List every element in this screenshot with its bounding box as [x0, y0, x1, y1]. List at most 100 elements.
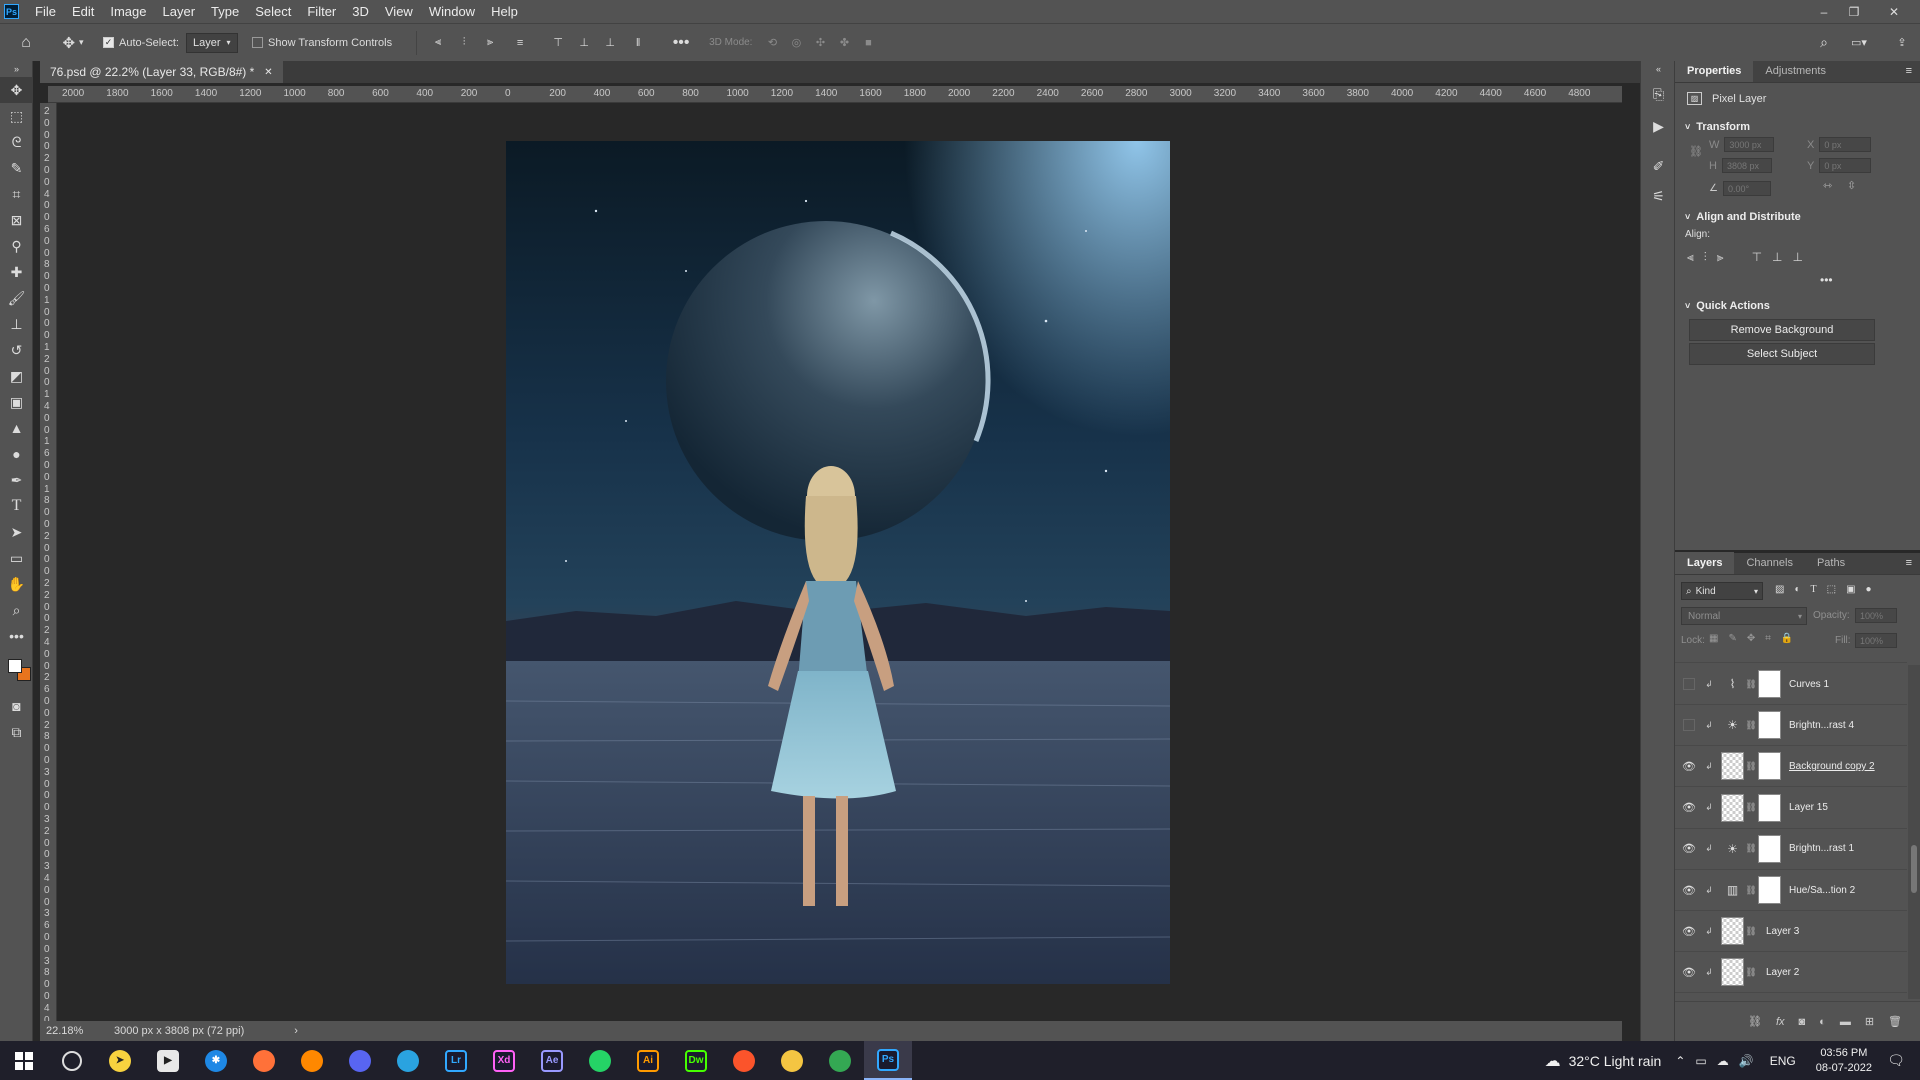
curves-icon[interactable]: ⌇: [1721, 670, 1744, 698]
blend-mode-dropdown[interactable]: Normal ▾: [1681, 607, 1807, 625]
layer-name[interactable]: Hue/Sa...tion 2: [1789, 885, 1855, 896]
hue-icon[interactable]: ▥: [1721, 876, 1744, 904]
align-center-icon[interactable]: ⫶: [451, 31, 477, 55]
align-top-icon[interactable]: ⊤: [545, 31, 571, 55]
align-right-icon[interactable]: ⫸: [477, 31, 503, 55]
3d-pan-icon[interactable]: ✣: [808, 31, 832, 55]
layer-thumbnail[interactable]: [1721, 917, 1744, 946]
menu-layer[interactable]: Layer: [155, 0, 204, 23]
link-layers-icon[interactable]: ⛓: [1748, 1015, 1762, 1028]
firefox-app-icon[interactable]: [240, 1041, 288, 1080]
align-section-header[interactable]: ˅ Align and Distribute: [1685, 211, 1801, 223]
distribute-vertical-icon[interactable]: ‖: [623, 31, 653, 55]
align-bottom-icon[interactable]: ⊥: [1792, 250, 1802, 265]
zoom-level[interactable]: 22.18%: [46, 1025, 96, 1037]
adjustments-panel-icon[interactable]: ⚟: [1641, 181, 1676, 211]
share-icon[interactable]: ⇪: [1890, 31, 1914, 55]
menu-type[interactable]: Type: [203, 0, 247, 23]
align-bottom-icon[interactable]: ⊥: [597, 31, 623, 55]
lock-transparent-icon[interactable]: ▦: [1709, 633, 1718, 644]
fill-field[interactable]: 100%: [1855, 633, 1897, 648]
status-arrow-icon[interactable]: ›: [294, 1025, 298, 1037]
mask-link-icon[interactable]: ⛓: [1744, 967, 1758, 978]
history-brush-tool-icon[interactable]: ↺: [0, 337, 33, 363]
auto-select-dropdown[interactable]: Layer ▾: [186, 32, 238, 53]
mask-link-icon[interactable]: ⛓: [1744, 926, 1758, 937]
mask-link-icon[interactable]: ⛓: [1744, 761, 1758, 772]
more-options-icon[interactable]: •••: [661, 31, 701, 55]
collapse-icon[interactable]: »: [0, 61, 33, 77]
actions-panel-icon[interactable]: ▶: [1641, 111, 1676, 141]
layer-name[interactable]: Layer 2: [1766, 967, 1799, 978]
align-middle-icon[interactable]: ⊥: [571, 31, 597, 55]
hidden-eye-icon[interactable]: [1683, 678, 1695, 690]
width-field[interactable]: 3000 px: [1724, 137, 1775, 152]
layer-row[interactable]: 👁 ↲ ☀ ⛓ Brightn...rast 1: [1675, 829, 1907, 870]
eye-icon[interactable]: 👁: [1675, 966, 1703, 979]
layer-thumbnail[interactable]: [1721, 793, 1744, 822]
menu-file[interactable]: File: [27, 0, 64, 23]
layers-scrollbar[interactable]: [1908, 665, 1920, 999]
screen-mode-icon[interactable]: ⧉: [0, 719, 33, 745]
layer-row[interactable]: ↲ ⌇ ⛓ Curves 1: [1675, 664, 1907, 705]
mask-link-icon[interactable]: ⛓: [1744, 885, 1758, 896]
angle-field[interactable]: 0.00°: [1722, 181, 1771, 196]
lock-image-icon[interactable]: ✎: [1728, 633, 1736, 644]
workspace-icon[interactable]: ▭▾: [1844, 31, 1874, 55]
align-top-icon[interactable]: ⊤: [1752, 250, 1762, 265]
lasso-tool-icon[interactable]: ᘓ: [0, 129, 33, 155]
new-layer-icon[interactable]: ⊞: [1865, 1015, 1874, 1028]
quick-mask-icon[interactable]: ◙: [0, 693, 33, 719]
layer-mask-thumbnail[interactable]: [1758, 793, 1781, 822]
layer-row[interactable]: 👁 ↲ ⛓ Layer 3: [1675, 911, 1907, 953]
eye-icon[interactable]: 👁: [1675, 925, 1703, 938]
move-tool-icon[interactable]: ✥: [0, 77, 33, 103]
telegram-app-icon[interactable]: [384, 1041, 432, 1080]
tab-layers[interactable]: Layers: [1675, 552, 1735, 574]
shape-tool-icon[interactable]: ▭: [0, 545, 33, 571]
clock[interactable]: 03:56 PM 08-07-2022: [1816, 1046, 1872, 1076]
adjustment-filter-icon[interactable]: ◐: [1794, 584, 1800, 595]
align-left-icon[interactable]: ⫷: [1687, 250, 1694, 265]
panel-menu-icon[interactable]: ≡: [1898, 552, 1920, 574]
layer-row[interactable]: 👁 ↲ ⛓ Background copy 2: [1675, 746, 1907, 788]
close-tab-icon[interactable]: ✕: [264, 67, 272, 78]
frame-tool-icon[interactable]: ⊠: [0, 207, 33, 233]
align-vcenter-icon[interactable]: ⊥: [1772, 250, 1782, 265]
onedrive-icon[interactable]: ☁: [1717, 1054, 1729, 1068]
filter-toggle-icon[interactable]: ●: [1866, 584, 1872, 595]
marquee-tool-icon[interactable]: ⬚: [0, 103, 33, 129]
hand-tool-icon[interactable]: ✋: [0, 571, 33, 597]
cursor-app-icon[interactable]: ➤: [96, 1041, 144, 1080]
volume-icon[interactable]: 🔊: [1739, 1054, 1754, 1068]
safari-app-icon[interactable]: ✱: [192, 1041, 240, 1080]
whatsapp-app-icon[interactable]: [576, 1041, 624, 1080]
eyedropper-tool-icon[interactable]: ⚲: [0, 233, 33, 259]
file-explorer-app-icon[interactable]: [768, 1041, 816, 1080]
tab-properties[interactable]: Properties: [1675, 60, 1754, 82]
illustrator-app-icon[interactable]: Ai: [624, 1041, 672, 1080]
dodge-tool-icon[interactable]: ●: [0, 441, 33, 467]
pen-tool-icon[interactable]: ✒: [0, 467, 33, 493]
filter-kind-dropdown[interactable]: ⌕ Kind ▾: [1681, 582, 1763, 600]
menu-window[interactable]: Window: [421, 0, 483, 23]
hidden-eye-icon[interactable]: [1683, 719, 1695, 732]
quick-select-tool-icon[interactable]: ✎: [0, 155, 33, 181]
align-hcenter-icon[interactable]: ⫶: [1704, 250, 1707, 265]
menu-image[interactable]: Image: [102, 0, 154, 23]
task-view-icon[interactable]: [48, 1041, 96, 1080]
3d-slide-icon[interactable]: ✤: [832, 31, 856, 55]
zoom-tool-icon[interactable]: ⌕: [0, 597, 33, 623]
eye-icon[interactable]: 👁: [1675, 760, 1703, 773]
search-icon[interactable]: ⌕: [1812, 31, 1836, 55]
type-filter-icon[interactable]: T: [1811, 584, 1817, 595]
opacity-field[interactable]: 100%: [1855, 608, 1897, 623]
layer-mask-thumbnail[interactable]: [1758, 876, 1781, 904]
menu-view[interactable]: View: [377, 0, 421, 23]
mask-link-icon[interactable]: ⛓: [1744, 843, 1758, 854]
gradient-tool-icon[interactable]: ▣: [0, 389, 33, 415]
smart-object-filter-icon[interactable]: ▣: [1846, 584, 1855, 595]
media-app-icon[interactable]: ▶: [144, 1041, 192, 1080]
link-icon[interactable]: ⛓: [1689, 145, 1703, 158]
select-subject-button[interactable]: Select Subject: [1689, 343, 1875, 365]
